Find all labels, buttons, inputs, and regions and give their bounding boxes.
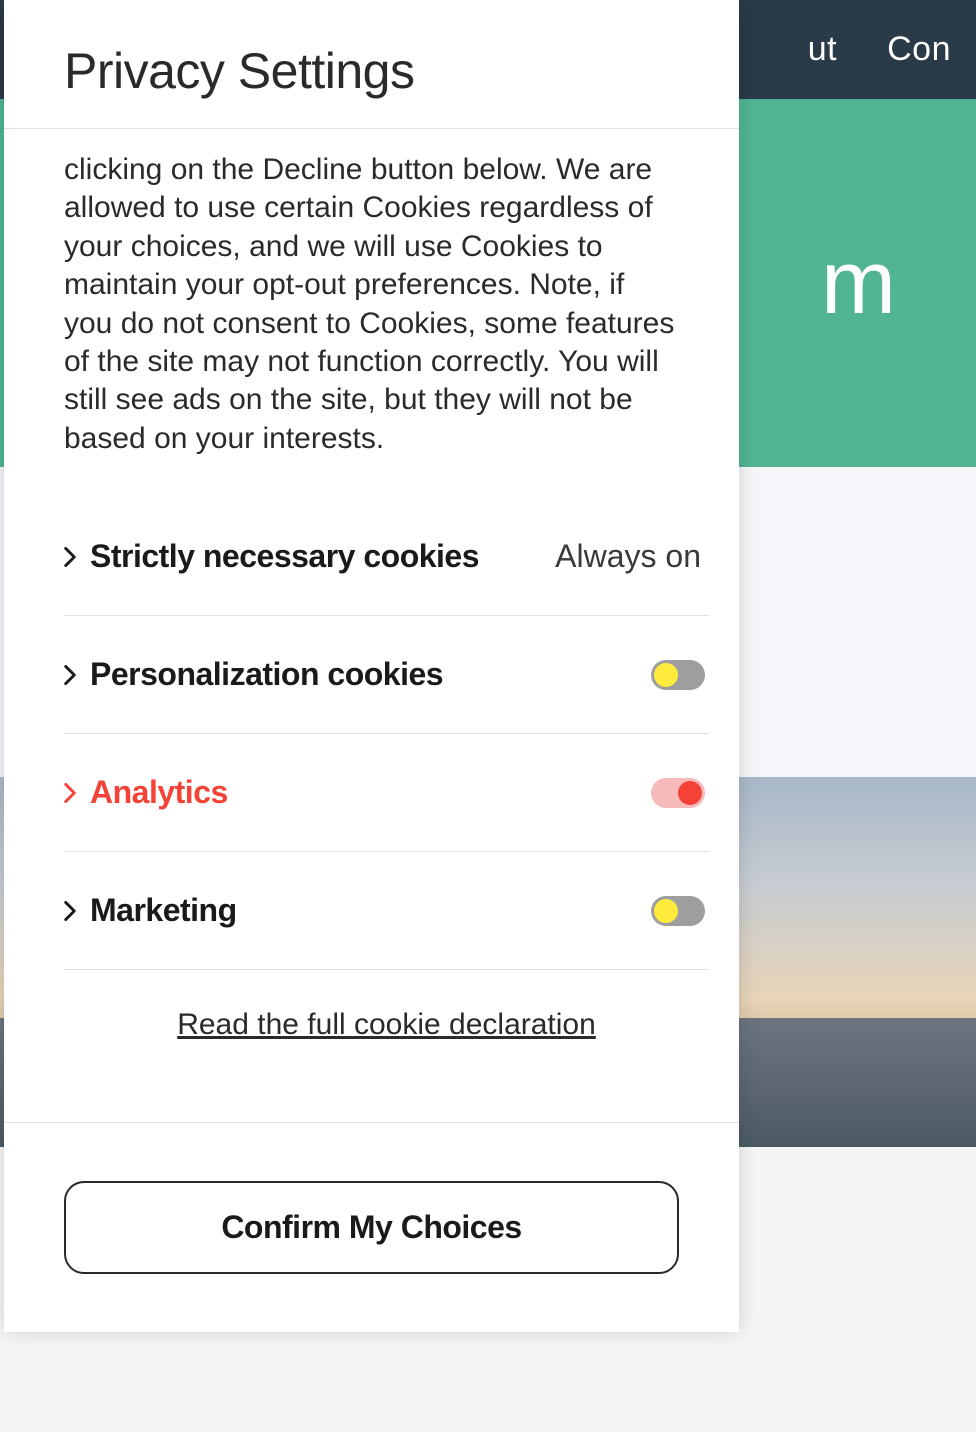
chevron-right-icon [64,901,90,921]
toggle-personalization[interactable] [651,660,705,690]
cookie-category-marketing[interactable]: Marketing [64,852,709,970]
cookie-category-personalization[interactable]: Personalization cookies [64,616,709,734]
cookie-declaration-link[interactable]: Read the full cookie declaration [177,1008,596,1041]
modal-footer: Confirm My Choices [4,1122,739,1332]
modal-header: Privacy Settings [4,0,739,129]
cookie-label: Analytics [90,774,651,811]
modal-title: Privacy Settings [64,42,679,100]
always-on-label: Always on [555,538,709,575]
chevron-right-icon [64,783,90,803]
chevron-right-icon [64,547,90,567]
privacy-settings-modal: Privacy Settings clicking on the Decline… [4,0,739,1332]
hero-text: m [821,232,896,335]
cookie-label: Strictly necessary cookies [90,538,555,575]
toggle-knob [654,663,678,687]
chevron-right-icon [64,665,90,685]
toggle-analytics[interactable] [651,778,705,808]
toggle-knob [678,781,702,805]
cookie-category-necessary[interactable]: Strictly necessary cookies Always on [64,498,709,616]
cookie-declaration-link-wrapper: Read the full cookie declaration [64,970,709,1084]
cookie-label: Marketing [90,892,651,929]
toggle-marketing[interactable] [651,896,705,926]
nav-item-contact[interactable]: Con [862,30,976,69]
modal-description: clicking on the Decline button below. We… [64,129,709,498]
modal-body[interactable]: clicking on the Decline button below. We… [4,129,739,1122]
cookie-category-analytics[interactable]: Analytics [64,734,709,852]
cookie-label: Personalization cookies [90,656,651,693]
confirm-choices-button[interactable]: Confirm My Choices [64,1181,679,1274]
nav-item-about[interactable]: ut [783,30,862,69]
toggle-knob [654,899,678,923]
